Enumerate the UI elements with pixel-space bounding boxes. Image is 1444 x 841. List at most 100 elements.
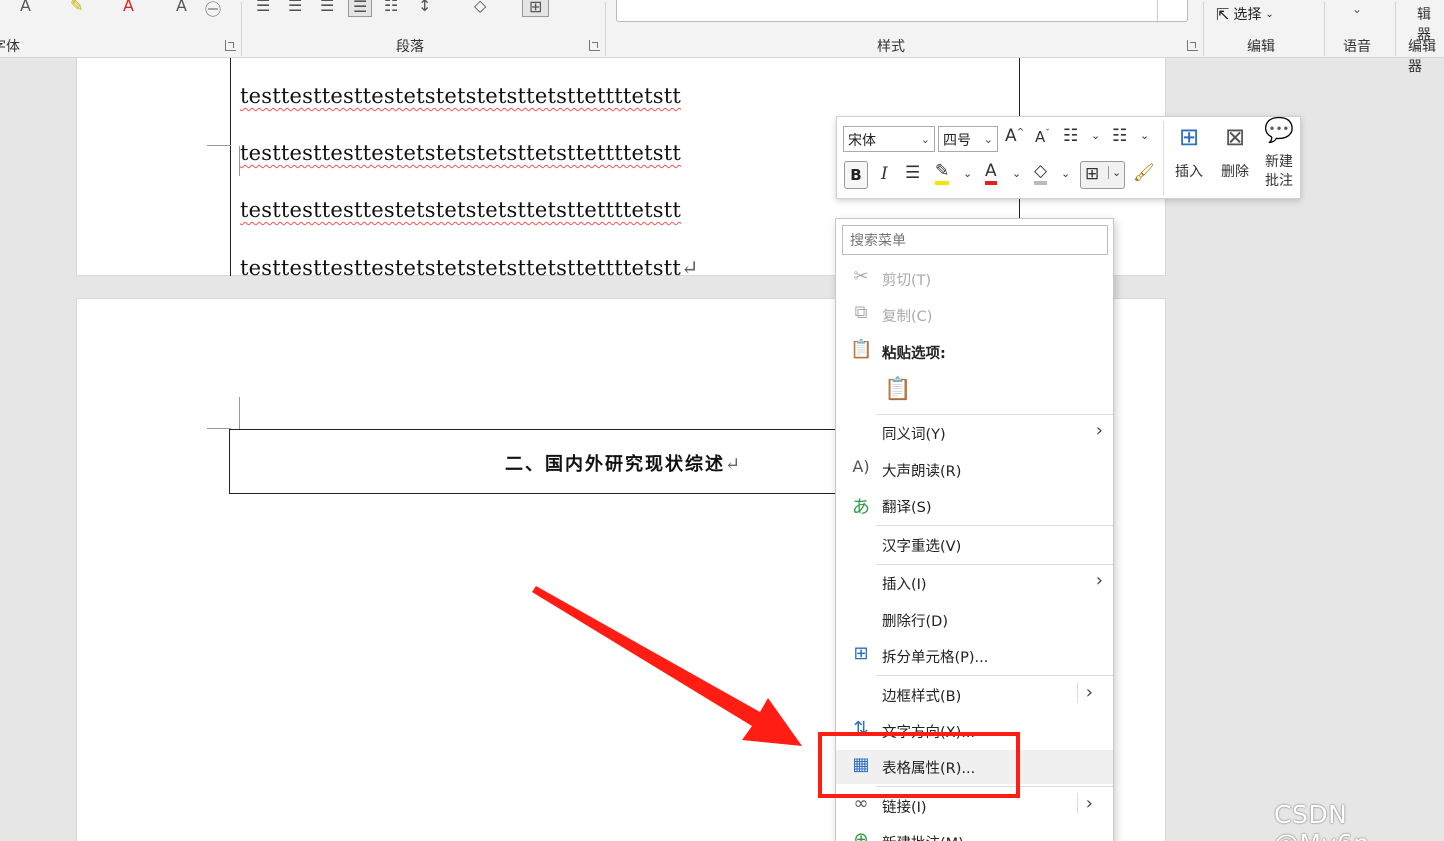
menu-item-label: 链接(I) [882, 800, 927, 816]
document-text-line[interactable]: testtesttesttestetstetstetsttetsttetttte… [240, 256, 699, 276]
paragraph-mark: ↵ [681, 256, 699, 276]
styles-gallery[interactable] [616, 0, 1188, 23]
menu-item-label: 大声朗读(R) [882, 464, 962, 480]
borders-icon: ⊞ [1085, 164, 1100, 184]
menu-item-split-cells[interactable]: ⊞ 拆分单元格(P)... [836, 639, 1113, 673]
styles-more-button[interactable] [1157, 0, 1187, 23]
menu-item-cut[interactable]: ✂ 剪切(T) [836, 262, 1113, 296]
font-name-select[interactable]: 宋体 ⌄ [843, 126, 935, 152]
paragraph-dialog-launcher-icon[interactable] [589, 40, 600, 51]
shading-icon[interactable]: ◇ [474, 0, 486, 15]
menu-separator [876, 675, 1113, 676]
insert-table-button[interactable]: ⊞ 插入 [1169, 123, 1209, 181]
borders-icon[interactable]: ⊞ [522, 0, 550, 17]
search-menu-input[interactable] [842, 225, 1108, 255]
chevron-down-icon[interactable]: ⌄ [1061, 167, 1070, 180]
menu-item-insert[interactable]: 插入(I) › [836, 566, 1113, 600]
font-size-select[interactable]: 四号 ⌄ [938, 126, 998, 152]
numbering-icon[interactable]: ☷ [1112, 126, 1127, 146]
group-label-editor: 编辑器 [1408, 39, 1436, 75]
insert-label: 插入 [1175, 164, 1203, 180]
paste-keep-format-icon[interactable]: 📋 [884, 377, 911, 402]
center-align-icon[interactable]: ☰ [905, 163, 920, 183]
grow-font-icon[interactable]: A^ [1005, 126, 1024, 146]
menu-item-new-comment[interactable]: ⊕ 新建批注(M) [836, 825, 1113, 841]
clipboard-icon: 📋 [850, 339, 873, 360]
crop-mark [239, 397, 240, 429]
font-dialog-launcher-icon[interactable] [225, 40, 236, 51]
menu-item-copy[interactable]: ⧉ 复制(C) [836, 298, 1113, 332]
chevron-down-icon: ⌄ [983, 133, 993, 146]
menu-item-reconvert[interactable]: 汉字重选(V) [836, 528, 1113, 562]
crop-mark [207, 145, 231, 146]
ribbon-separator [605, 2, 606, 56]
scissors-icon: ✂ [853, 266, 869, 287]
font-name-value: 宋体 [848, 133, 876, 149]
delete-table-button[interactable]: ⊠ 删除 [1215, 123, 1255, 181]
ribbon: A ✎ A A ㊀ 字体 ☰ ☰ ☰ ☰ ☷ ↕ ◇ ⊞ 段落 样式 ⇱ 选择 … [0, 0, 1444, 75]
font-color-letter: A [985, 161, 997, 181]
format-painter-icon[interactable]: 🖌 [1133, 163, 1155, 183]
ribbon-separator [241, 2, 242, 56]
copy-icon: ⧉ [854, 302, 868, 323]
table-border-right [1019, 58, 1020, 118]
justify-icon[interactable]: ☰ [348, 0, 373, 17]
enclose-char-icon[interactable]: ㊀ [205, 0, 221, 20]
text-effects-icon[interactable]: A [20, 0, 31, 15]
section-heading[interactable]: 二、国内外研究现状综述↵ [505, 450, 742, 476]
styles-dialog-launcher-icon[interactable] [1187, 40, 1198, 51]
paragraph-mark: ↵ [725, 454, 743, 475]
menu-separator [876, 525, 1113, 526]
menu-item-label: 拆分单元格(P)... [882, 650, 989, 666]
menu-item-label: 复制(C) [882, 309, 933, 325]
font-color-icon[interactable]: A [985, 161, 997, 185]
font-size-value: 四号 [943, 133, 971, 149]
shading-icon[interactable]: ◇ [1034, 161, 1048, 185]
chevron-down-icon[interactable]: ⌄ [963, 167, 972, 180]
menu-item-read-aloud[interactable]: A) 大声朗读(R) [836, 453, 1113, 487]
menu-item-label: 插入(I) [882, 577, 927, 593]
new-comment-icon: ⊕ [853, 829, 869, 841]
watermark: CSDN @My6n [1274, 800, 1369, 841]
menu-item-translate[interactable]: あ 翻译(S) [836, 489, 1113, 523]
new-comment-button[interactable]: 💬 新建 批注 [1259, 118, 1299, 191]
new-comment-label-1: 新建 [1265, 154, 1293, 170]
heading-text: 二、国内外研究现状综述 [505, 454, 725, 475]
align-center-icon[interactable]: ☰ [288, 0, 302, 15]
chevron-down-icon[interactable]: ⌄ [1352, 2, 1362, 16]
italic-button[interactable]: I [881, 164, 888, 184]
floating-mini-toolbar: 宋体 ⌄ 四号 ⌄ A^ Aˇ ☷ ⌄ ☷ ⌄ B I ☰ ✎ ⌄ A ⌄ ◇ ⌄ … [836, 116, 1301, 199]
document-text-line[interactable]: testtesttesttestetstetstetsttetsttetttte… [240, 141, 681, 165]
align-left-icon[interactable]: ☰ [256, 0, 270, 15]
align-right-icon[interactable]: ☰ [320, 0, 334, 15]
highlight-icon[interactable]: ✎ [935, 161, 950, 185]
text-line-clip: testtesttesttestetstetstetsttetsttetttte… [240, 256, 840, 276]
translate-icon: あ [852, 497, 870, 518]
group-label-editing: 编辑 [1247, 39, 1275, 55]
select-button[interactable]: ⇱ 选择 ⌄ [1216, 4, 1274, 24]
font-color-icon[interactable]: A [123, 0, 134, 15]
distributed-icon[interactable]: ☷ [384, 0, 398, 15]
char-shading-icon[interactable]: A [176, 0, 187, 15]
menu-item-border-styles[interactable]: 边框样式(B) › [836, 678, 1113, 712]
chevron-down-icon[interactable]: ⌄ [1091, 129, 1100, 142]
borders-button[interactable]: ⊞ ⌄ [1080, 161, 1125, 189]
shrink-font-icon[interactable]: Aˇ [1035, 128, 1050, 146]
line-spacing-icon[interactable]: ↕ [418, 0, 431, 15]
highlight-icon[interactable]: ✎ [70, 0, 83, 15]
bold-button[interactable]: B [844, 161, 868, 189]
menu-item-synonyms[interactable]: 同义词(Y) › [836, 416, 1113, 450]
chevron-down-icon[interactable]: ⌄ [1012, 167, 1021, 180]
annotation-arrow [532, 586, 802, 746]
document-text-line[interactable]: testtesttesttestetstetstetsttetsttetttte… [240, 198, 681, 222]
chevron-down-icon[interactable]: ⌄ [1140, 129, 1149, 142]
bullets-icon[interactable]: ☷ [1063, 126, 1078, 146]
menu-separator [876, 564, 1113, 565]
document-text-line[interactable]: testtesttesttestetstetstetsttetsttetttte… [240, 84, 681, 108]
split-cells-icon: ⊞ [853, 643, 869, 664]
ribbon-separator [1395, 2, 1396, 56]
ribbon-separator [1324, 2, 1325, 56]
menu-item-label: 翻译(S) [882, 500, 932, 516]
menu-item-delete-row[interactable]: 删除行(D) [836, 603, 1113, 637]
insert-table-icon: ⊞ [1178, 123, 1200, 151]
